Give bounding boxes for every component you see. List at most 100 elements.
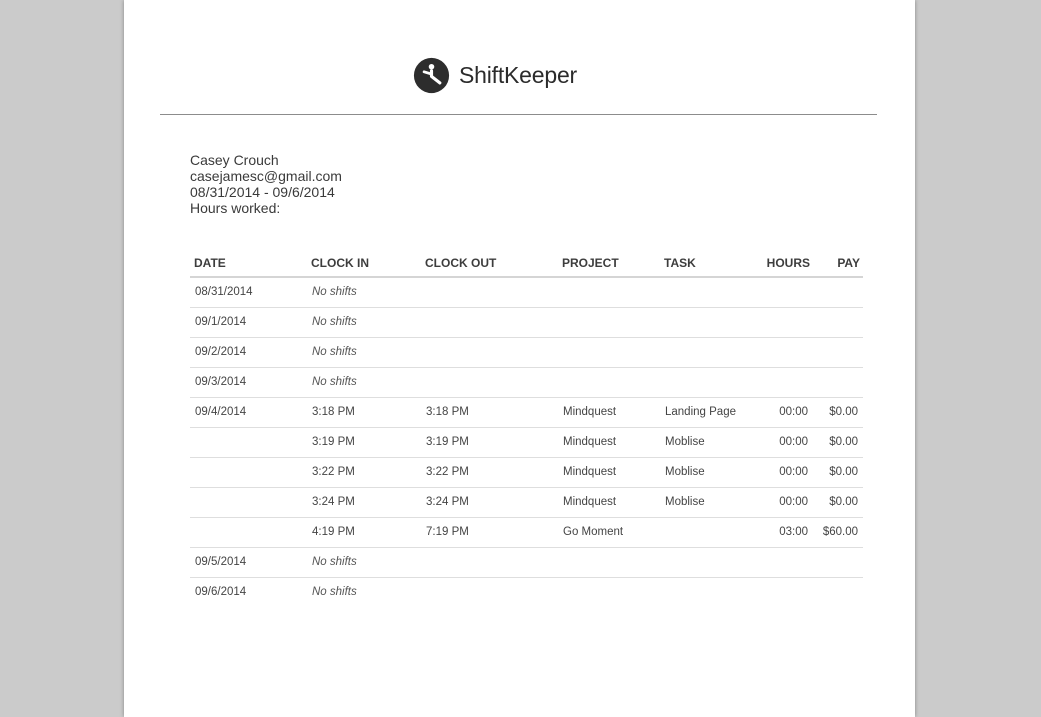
employee-info: Casey Crouch casejamesc@gmail.com 08/31/… (190, 152, 342, 216)
cell-project (558, 547, 660, 578)
cell-clock-in: 4:19 PM (307, 517, 421, 548)
cell-project: Go Moment (558, 517, 660, 548)
cell-date: 09/4/2014 (190, 397, 307, 428)
table-body: 08/31/2014 No shifts 09/1/2014 No shifts 09/… (190, 277, 863, 607)
cell-project (558, 337, 660, 368)
cell-task: Landing Page (660, 397, 758, 428)
column-header-clock-in: CLOCK IN (307, 250, 421, 278)
cell-hours: 00:00 (758, 487, 813, 518)
cell-hours (758, 547, 813, 578)
cell-clock-in: No shifts (312, 586, 357, 599)
cell-clock-out: 3:22 PM (421, 457, 558, 488)
cell-clock-out (421, 547, 558, 578)
cell-clock-out: 3:24 PM (421, 487, 558, 518)
cell-task (660, 337, 758, 368)
table-row: 3:22 PM 3:22 PM Mindquest Moblise 00:00 $0.00 (190, 457, 863, 488)
cell-pay: $60.00 (813, 517, 863, 548)
employee-email: casejamesc@gmail.com (190, 168, 342, 184)
cell-task (660, 277, 758, 308)
cell-hours: 00:00 (758, 397, 813, 428)
cell-clock-out (421, 337, 558, 368)
cell-task (660, 307, 758, 338)
cell-task (660, 577, 758, 607)
cell-pay (813, 277, 863, 308)
cell-hours (758, 307, 813, 338)
cell-pay: $0.00 (813, 457, 863, 488)
header-divider (160, 114, 877, 115)
app-name: ShiftKeeper (459, 61, 577, 88)
cell-date: 09/3/2014 (190, 367, 307, 398)
cell-clock-out (421, 307, 558, 338)
hours-worked-label: Hours worked: (190, 200, 281, 216)
cell-task: Moblise (660, 457, 758, 488)
cell-clock-in: 3:24 PM (307, 487, 421, 518)
shifts-table: DATE CLOCK IN CLOCK OUT PROJECT TASK HOU… (190, 250, 863, 607)
table-row: 08/31/2014 No shifts (190, 277, 863, 308)
cell-clock-out: 3:19 PM (421, 427, 558, 458)
column-header-task: TASK (660, 250, 758, 278)
column-header-date: DATE (190, 250, 307, 278)
cell-task (660, 367, 758, 398)
cell-date (190, 457, 307, 488)
cell-hours (758, 577, 813, 607)
cell-date (190, 517, 307, 548)
table-row: 09/1/2014 No shifts (190, 307, 863, 338)
cell-clock-in: No shifts (307, 547, 421, 578)
cell-task (660, 547, 758, 578)
cell-clock-in: 3:18 PM (307, 397, 421, 428)
cell-clock-out: 3:18 PM (421, 397, 558, 428)
table-row: 09/5/2014 No shifts (190, 547, 863, 578)
cell-project: Mindquest (558, 427, 660, 458)
cell-project (558, 367, 660, 398)
cell-task: Moblise (660, 427, 758, 458)
cell-clock-in: No shifts (307, 307, 421, 338)
cell-pay (813, 577, 863, 607)
cell-project: Mindquest (558, 457, 660, 488)
cell-hours: 03:00 (758, 517, 813, 548)
cell-task: Moblise (660, 487, 758, 518)
brand-header: ShiftKeeper (413, 56, 577, 94)
cell-pay: $0.00 (813, 427, 863, 458)
column-header-hours: HOURS (758, 250, 813, 278)
cell-clock-out (421, 577, 558, 607)
table-header-row: DATE CLOCK IN CLOCK OUT PROJECT TASK HOU… (190, 250, 863, 278)
cell-project: Mindquest (558, 487, 660, 518)
table-row: 09/3/2014 No shifts (190, 367, 863, 398)
cell-pay: $0.00 (813, 487, 863, 518)
table-row: 4:19 PM 7:19 PM Go Moment 03:00 $60.00 (190, 517, 863, 548)
table-row: 09/2/2014 No shifts (190, 337, 863, 368)
table-row: 09/6/2014 No shifts (190, 577, 863, 607)
cell-hours (758, 277, 813, 308)
cell-task (660, 517, 758, 548)
cell-clock-in: 3:19 PM (307, 427, 421, 458)
cell-date: 09/2/2014 (190, 337, 307, 368)
cell-hours: 00:00 (758, 427, 813, 458)
cell-date: 09/5/2014 (190, 547, 307, 578)
table-row: 09/4/2014 3:18 PM 3:18 PM Mindquest Landing … (190, 397, 863, 428)
column-header-project: PROJECT (558, 250, 660, 278)
cell-clock-out: 7:19 PM (421, 517, 558, 548)
cell-hours (758, 337, 813, 368)
cell-clock-in: No shifts (307, 277, 421, 308)
cell-clock-out (421, 277, 558, 308)
cell-pay (813, 547, 863, 578)
date-range: 08/31/2014 - 09/6/2014 (190, 184, 335, 200)
cell-project (558, 307, 660, 338)
table-row: 3:24 PM 3:24 PM Mindquest Moblise 00:00 $0.00 (190, 487, 863, 518)
cell-project (558, 577, 660, 607)
cell-clock-in: No shifts (307, 337, 421, 368)
cell-clock-out (421, 367, 558, 398)
cell-date (190, 427, 307, 458)
cell-clock-in: 3:22 PM (307, 457, 421, 488)
table-row: 3:19 PM 3:19 PM Mindquest Moblise 00:00 $0.00 (190, 427, 863, 458)
employee-name: Casey Crouch (190, 152, 279, 168)
timesheet-page: ShiftKeeper Casey Crouch casejamesc@gmai… (124, 0, 915, 717)
cell-pay (813, 367, 863, 398)
cell-hours: 00:00 (758, 457, 813, 488)
cell-project: Mindquest (558, 397, 660, 428)
cell-project (558, 277, 660, 308)
cell-clock-in: No shifts (307, 367, 421, 398)
cell-pay (813, 307, 863, 338)
cell-date: 09/1/2014 (190, 307, 307, 338)
cell-pay: $0.00 (813, 397, 863, 428)
